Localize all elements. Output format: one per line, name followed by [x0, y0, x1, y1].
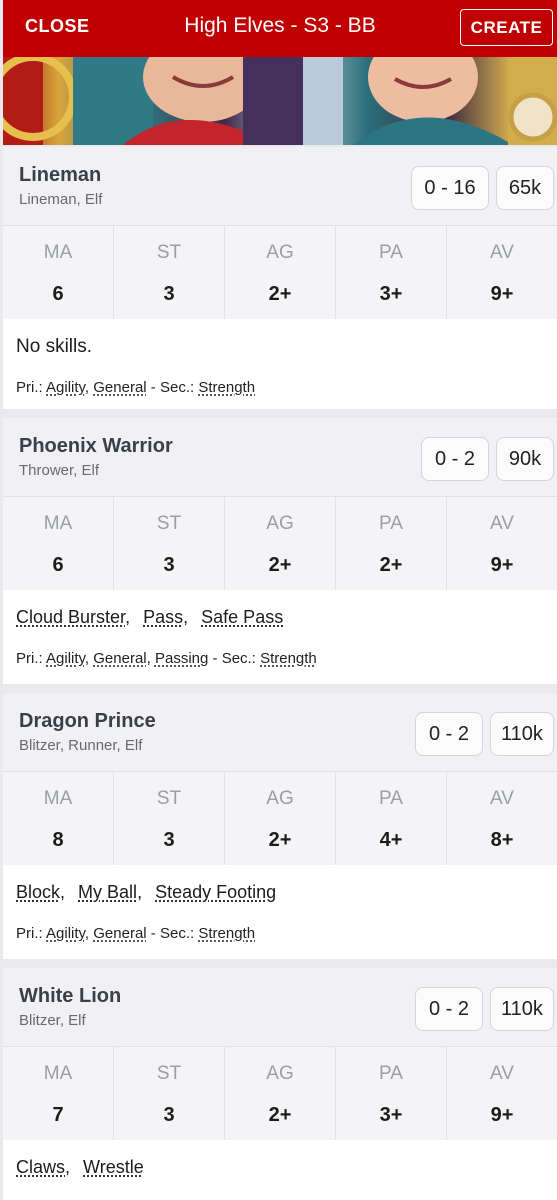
player-name: White Lion — [19, 985, 122, 1007]
stat-av: AV 9+ — [446, 1047, 557, 1140]
stats-row: MA 7 ST 3 AG 2+ PA 3+ AV 9+ — [3, 1046, 557, 1140]
player-card-header: Lineman Lineman, Elf 0 - 16 65k — [3, 147, 557, 225]
skills-list: Cloud Burster, Pass, Safe Pass — [16, 607, 284, 627]
quantity-badge: 0 - 2 — [415, 987, 483, 1031]
stat-st: ST 3 — [113, 1047, 224, 1140]
skills-list: No skills. — [3, 319, 557, 367]
skill-wrestle[interactable]: Wrestle — [83, 1157, 144, 1177]
access-primary-agility[interactable]: Agility — [46, 650, 85, 667]
player-name: Dragon Prince — [19, 710, 156, 732]
stats-row: MA 6 ST 3 AG 2+ PA 3+ AV 9+ — [3, 225, 557, 319]
stat-st: ST 3 — [113, 772, 224, 865]
stat-ma: MA 6 — [43, 513, 73, 576]
skill-block[interactable]: Block — [16, 882, 60, 902]
access-primary-general[interactable]: General — [93, 925, 146, 942]
skill-access: Pri.: Agility, General - Sec.: Strength — [16, 379, 256, 396]
top-bar: CLOSE High Elves - S3 - BB CREATE — [3, 0, 557, 57]
skill-cloud-burster[interactable]: Cloud Burster — [16, 607, 125, 627]
quantity-badge: 0 - 2 — [415, 712, 483, 756]
cost-badge: 110k — [490, 712, 554, 756]
stat-st: ST 3 — [113, 497, 224, 590]
stat-ma: MA 8 — [43, 788, 73, 851]
stat-ag: AG 2+ — [224, 226, 335, 319]
skill-pass[interactable]: Pass — [143, 607, 183, 627]
skills-list: Block, My Ball, Steady Footing — [16, 882, 277, 902]
access-secondary-strength[interactable]: Strength — [260, 650, 317, 667]
player-card-header: Dragon Prince Blitzer, Runner, Elf 0 - 2… — [3, 693, 557, 771]
player-card: Lineman Lineman, Elf 0 - 16 65k MA 6 ST 3 … — [3, 147, 557, 409]
stat-pa: PA 4+ — [335, 772, 446, 865]
stat-st: ST 3 — [113, 226, 224, 319]
player-positions: Thrower, Elf — [19, 462, 100, 479]
access-primary-general[interactable]: General — [93, 650, 146, 667]
no-skills-text: No skills. — [16, 336, 93, 357]
skill-steady-footing[interactable]: Steady Footing — [155, 882, 276, 902]
player-name: Phoenix Warrior — [19, 435, 173, 457]
quantity-badge: 0 - 16 — [411, 166, 489, 210]
stat-ma: MA 7 — [43, 1063, 73, 1126]
stat-ag: AG 2+ — [224, 772, 335, 865]
skill-claws[interactable]: Claws — [16, 1157, 65, 1177]
skill-access: Pri.: Agility, General, Passing - Sec.: … — [16, 650, 317, 667]
stat-av: AV 9+ — [446, 497, 557, 590]
access-primary-agility[interactable]: Agility — [46, 379, 85, 396]
stat-ag: AG 2+ — [224, 1047, 335, 1140]
skill-my-ball[interactable]: My Ball — [78, 882, 137, 902]
team-banner-image — [3, 57, 557, 145]
player-positions: Lineman, Elf — [19, 191, 103, 208]
skill-access: Pri.: Agility, General - Sec.: Strength — [16, 925, 256, 942]
stats-row: MA 6 ST 3 AG 2+ PA 2+ AV 9+ — [3, 496, 557, 590]
stat-pa: PA 2+ — [335, 497, 446, 590]
cost-badge: 110k — [490, 987, 554, 1031]
player-card: Phoenix Warrior Thrower, Elf 0 - 2 90k M… — [3, 418, 557, 684]
player-card: White Lion Blitzer, Elf 0 - 2 110k MA 7 S… — [3, 968, 557, 1200]
access-primary-agility[interactable]: Agility — [46, 925, 85, 942]
close-button[interactable]: CLOSE — [25, 16, 90, 37]
skills-list: Claws, Wrestle — [16, 1157, 144, 1177]
stat-pa: PA 3+ — [335, 226, 446, 319]
cost-badge: 65k — [496, 166, 554, 210]
skill-safe-pass[interactable]: Safe Pass — [201, 607, 283, 627]
stats-row: MA 8 ST 3 AG 2+ PA 4+ AV 8+ — [3, 771, 557, 865]
player-positions: Blitzer, Elf — [19, 1012, 86, 1029]
player-name: Lineman — [19, 164, 102, 186]
stat-av: AV 9+ — [446, 226, 557, 319]
player-card-header: White Lion Blitzer, Elf 0 - 2 110k — [3, 968, 557, 1046]
player-card: Dragon Prince Blitzer, Runner, Elf 0 - 2… — [3, 693, 557, 959]
stat-pa: PA 3+ — [335, 1047, 446, 1140]
cost-badge: 90k — [496, 437, 554, 481]
stat-ma: MA 6 — [43, 242, 73, 305]
create-button[interactable]: CREATE — [460, 9, 553, 46]
access-primary-passing[interactable]: Passing — [155, 650, 208, 667]
stat-av: AV 8+ — [446, 772, 557, 865]
access-secondary-strength[interactable]: Strength — [198, 925, 255, 942]
access-primary-general[interactable]: General — [93, 379, 146, 396]
quantity-badge: 0 - 2 — [421, 437, 489, 481]
player-positions: Blitzer, Runner, Elf — [19, 737, 143, 754]
stat-ag: AG 2+ — [224, 497, 335, 590]
player-card-header: Phoenix Warrior Thrower, Elf 0 - 2 90k — [3, 418, 557, 496]
access-secondary-strength[interactable]: Strength — [198, 379, 255, 396]
